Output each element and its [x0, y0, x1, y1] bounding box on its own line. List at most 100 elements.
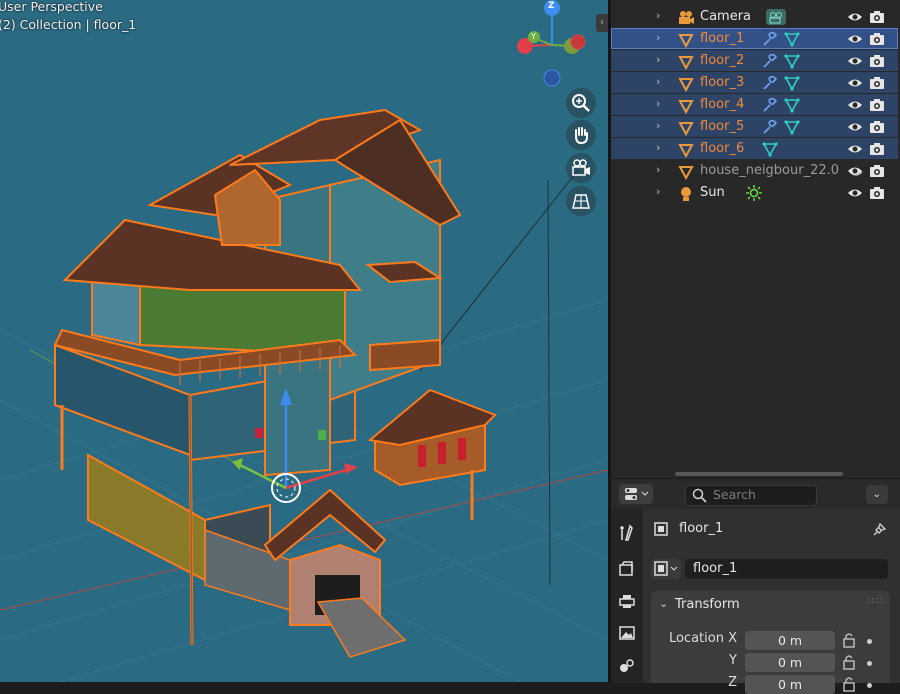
lock-icon[interactable] — [842, 676, 856, 692]
eye-visibility-icon[interactable] — [847, 32, 863, 50]
outliner-item-label[interactable]: Camera — [700, 9, 751, 24]
outliner-item-label[interactable]: floor_4 — [700, 97, 744, 112]
eye-visibility-icon[interactable] — [847, 120, 863, 138]
mesh-data-icon[interactable] — [761, 140, 805, 162]
options-dropdown-button[interactable]: ⌄ — [866, 485, 888, 504]
outliner-row[interactable]: › house_neigbour_22.0 — [611, 160, 898, 181]
drag-handle-icon[interactable]: :::: — [867, 595, 884, 606]
mesh-object-icon — [677, 53, 694, 71]
tab-physics[interactable] — [617, 655, 637, 675]
tab-output[interactable] — [617, 591, 637, 611]
outliner-row[interactable]: › floor_6 — [611, 138, 898, 159]
outliner-row[interactable]: › floor_5 — [611, 116, 898, 137]
context-label: (2) Collection | floor_1 — [0, 17, 137, 32]
eye-visibility-icon[interactable] — [847, 186, 863, 204]
3d-viewport[interactable]: User Perspective (2) Collection | floor_… — [0, 0, 608, 682]
render-camera-icon[interactable] — [869, 164, 885, 182]
outliner-item-label[interactable]: floor_1 — [700, 31, 744, 46]
expand-chevron-icon[interactable]: › — [656, 31, 660, 44]
properties-header: Search ⌄ — [611, 479, 900, 509]
camera-data-icon[interactable] — [765, 8, 787, 30]
expand-chevron-icon[interactable]: › — [656, 53, 660, 66]
eye-visibility-icon[interactable] — [847, 10, 863, 28]
outliner-item-label[interactable]: floor_5 — [700, 119, 744, 134]
outliner-item-label[interactable]: floor_2 — [700, 53, 744, 68]
tab-tool[interactable] — [617, 523, 637, 543]
modifier-and-mesh-icons[interactable] — [761, 96, 805, 118]
object-type-dropdown[interactable] — [651, 559, 681, 579]
render-camera-icon[interactable] — [869, 98, 885, 116]
tab-view-layer[interactable] — [617, 623, 637, 643]
search-input[interactable]: Search — [685, 485, 817, 506]
eye-visibility-icon[interactable] — [847, 164, 863, 182]
render-camera-icon[interactable] — [869, 32, 885, 50]
keyframe-dot-icon[interactable] — [867, 639, 872, 644]
outliner-row[interactable]: › floor_4 — [611, 94, 898, 115]
expand-chevron-icon[interactable]: › — [656, 163, 660, 176]
pin-icon[interactable] — [872, 521, 888, 537]
location-z-field[interactable]: 0 m — [745, 675, 835, 694]
outliner-row[interactable]: › Sun — [611, 182, 898, 203]
outliner-item-label[interactable]: Sun — [700, 185, 725, 200]
location-x-field[interactable]: 0 m — [745, 631, 835, 650]
expand-chevron-icon[interactable]: › — [656, 141, 660, 154]
zoom-button[interactable] — [566, 88, 596, 118]
modifier-and-mesh-icons[interactable] — [761, 74, 805, 96]
outliner-row[interactable]: › floor_3 — [611, 72, 898, 93]
outliner-row[interactable]: › floor_2 — [611, 50, 898, 71]
outliner-row[interactable]: › Camera — [611, 6, 898, 27]
viewport-scene[interactable] — [0, 0, 608, 682]
editor-type-button[interactable] — [619, 484, 653, 504]
outliner-item-label[interactable]: house_neigbour_22.0 — [700, 163, 839, 178]
transform-panel: ⌄ Transform :::: Location X 0 m Y 0 m Z … — [651, 591, 890, 694]
eye-visibility-icon[interactable] — [847, 142, 863, 160]
modifier-and-mesh-icons[interactable] — [761, 52, 805, 74]
gizmo-z-label: Z — [548, 1, 555, 11]
render-camera-icon[interactable] — [869, 54, 885, 72]
modifier-and-mesh-icons[interactable] — [761, 118, 805, 140]
search-icon — [692, 488, 707, 503]
house-model — [53, 108, 497, 658]
eye-visibility-icon[interactable] — [847, 98, 863, 116]
camera-view-button[interactable] — [566, 153, 596, 183]
outliner-item-label[interactable]: floor_3 — [700, 75, 744, 90]
chevron-down-icon[interactable]: ⌄ — [659, 597, 668, 610]
render-camera-icon[interactable] — [869, 186, 885, 204]
properties-editor-icon — [625, 488, 649, 500]
transform-panel-title[interactable]: Transform — [675, 597, 740, 612]
render-icon — [619, 561, 633, 576]
outliner-panel[interactable]: › Camera › floor_1 › floor_2 › floor_3 › floor_4 ›… — [611, 0, 900, 478]
physics-icon — [620, 659, 634, 672]
expand-chevron-icon[interactable]: › — [656, 119, 660, 132]
tab-render[interactable] — [617, 559, 637, 579]
eye-visibility-icon[interactable] — [847, 54, 863, 72]
pan-button[interactable] — [566, 120, 596, 150]
outliner-row[interactable]: › floor_1 — [611, 28, 898, 49]
mesh-object-icon — [677, 31, 694, 49]
modifier-and-mesh-icons[interactable] — [761, 30, 805, 52]
sidebar-collapse-toggle[interactable]: ‹ — [596, 14, 608, 32]
keyframe-dot-icon[interactable] — [867, 683, 872, 688]
eye-visibility-icon[interactable] — [847, 76, 863, 94]
expand-chevron-icon[interactable]: › — [656, 9, 660, 22]
properties-editor[interactable]: Search ⌄ floor_1 floor_1 ⌄ Transform :::… — [611, 478, 900, 694]
tool-icon — [620, 524, 633, 541]
sun-data-icon[interactable] — [745, 184, 789, 206]
expand-chevron-icon[interactable]: › — [656, 97, 660, 110]
expand-chevron-icon[interactable]: › — [656, 185, 660, 198]
location-y-field[interactable]: 0 m — [745, 653, 835, 672]
object-name-field[interactable]: floor_1 — [685, 559, 888, 579]
location-z-label: Z — [728, 675, 737, 690]
render-camera-icon[interactable] — [869, 120, 885, 138]
lock-icon[interactable] — [842, 654, 856, 670]
outliner-scrollbar[interactable] — [675, 472, 843, 476]
expand-chevron-icon[interactable]: › — [656, 75, 660, 88]
grid-view-button[interactable] — [566, 186, 596, 216]
keyframe-dot-icon[interactable] — [867, 661, 872, 666]
render-camera-icon[interactable] — [869, 76, 885, 94]
zoom-icon — [572, 94, 590, 112]
lock-icon[interactable] — [842, 632, 856, 648]
render-camera-icon[interactable] — [869, 10, 885, 28]
render-camera-icon[interactable] — [869, 142, 885, 160]
outliner-item-label[interactable]: floor_6 — [700, 141, 744, 156]
